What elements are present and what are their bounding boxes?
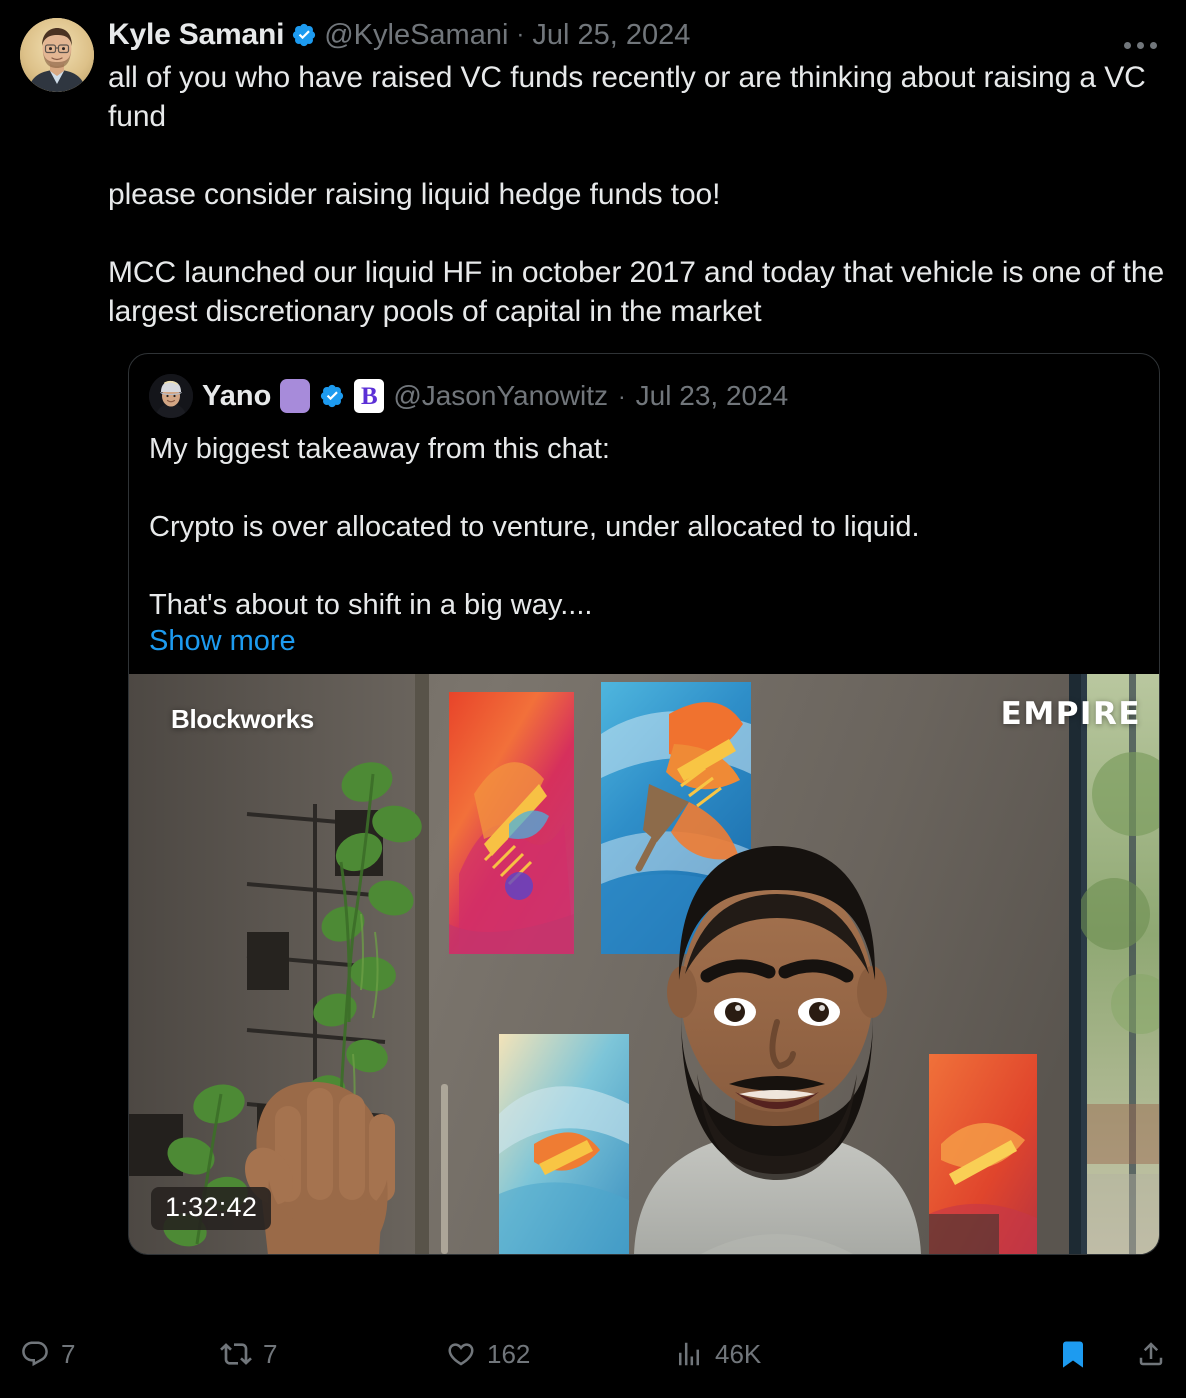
author-line: Kyle Samani @KyleSamani · Jul 25, 2024: [108, 20, 1166, 50]
quoted-tweet-header: Yano B @JasonYanowitz · Jul 23, 2024: [129, 354, 1159, 418]
video-thumbnail: [129, 674, 1159, 1254]
views-button[interactable]: 46K: [674, 1339, 924, 1369]
quoted-author-display-name[interactable]: Yano: [202, 381, 271, 411]
like-button[interactable]: 162: [446, 1339, 674, 1369]
views-count: 46K: [715, 1339, 762, 1369]
analytics-icon: [679, 1342, 699, 1366]
reply-count: 7: [61, 1339, 76, 1369]
retweet-count: 7: [263, 1339, 278, 1369]
quoted-header-separator: ·: [618, 382, 626, 409]
bookmark-button[interactable]: [1058, 1339, 1088, 1369]
share-button[interactable]: [1136, 1339, 1166, 1369]
show-more-link[interactable]: Show more: [129, 625, 316, 674]
quoted-author-handle[interactable]: @JasonYanowitz: [393, 382, 608, 410]
author-display-name[interactable]: Kyle Samani: [108, 20, 284, 50]
video-duration-badge: 1:32:42: [151, 1187, 272, 1230]
tweet-container: Kyle Samani @KyleSamani · Jul 25, 2024 a…: [0, 0, 1186, 1398]
bookmark-filled-icon: [1063, 1341, 1083, 1368]
quoted-avatar[interactable]: [149, 374, 193, 418]
like-count: 162: [487, 1339, 531, 1369]
heart-icon: [448, 1343, 474, 1366]
header-separator: ·: [516, 21, 525, 48]
quoted-tweet-date[interactable]: Jul 23, 2024: [636, 382, 789, 410]
tweet-header: Kyle Samani @KyleSamani · Jul 25, 2024 a…: [20, 18, 1166, 331]
more-options-icon[interactable]: [1118, 30, 1162, 60]
tweet-date[interactable]: Jul 25, 2024: [532, 20, 690, 50]
verified-badge-icon: [293, 23, 316, 47]
verified-badge-icon: [321, 384, 344, 408]
tweet-body-text: all of you who have raised VC funds rece…: [108, 61, 1165, 328]
share-icon: [1139, 1342, 1163, 1366]
quoted-tweet-text: My biggest takeaway from this chat: Cryp…: [149, 433, 920, 621]
tweet-action-bar: 7 7 162 46K: [20, 1322, 1166, 1386]
purple-square-emoji: [280, 379, 311, 413]
blockworks-affiliate-badge[interactable]: B: [354, 379, 385, 413]
video-brand-overlay: Blockworks: [171, 704, 314, 734]
retweet-button[interactable]: 7: [220, 1338, 446, 1370]
video-show-overlay: EMPIRE: [1000, 696, 1141, 732]
retweet-icon: [220, 1343, 252, 1365]
tweet-header-text: Kyle Samani @KyleSamani · Jul 25, 2024 a…: [108, 18, 1166, 331]
avatar[interactable]: [20, 18, 94, 92]
affiliate-badge-letter: B: [360, 382, 378, 410]
quoted-tweet-card[interactable]: Yano B @JasonYanowitz · Jul 23, 2024 My …: [128, 353, 1160, 1255]
reply-icon: [22, 1341, 48, 1367]
reply-button[interactable]: 7: [20, 1339, 220, 1369]
video-player[interactable]: Blockworks EMPIRE 1:32:42: [129, 674, 1159, 1254]
author-handle[interactable]: @KyleSamani: [324, 20, 508, 50]
